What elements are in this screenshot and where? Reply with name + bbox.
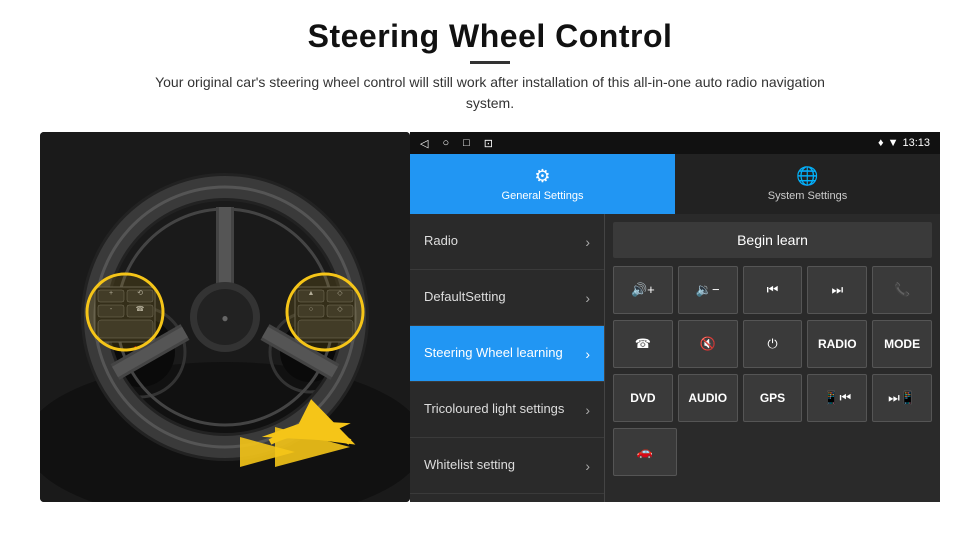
car-icon: 🚗 bbox=[637, 444, 653, 460]
chevron-icon-steering: › bbox=[585, 346, 590, 362]
location-icon: ♦ bbox=[878, 137, 884, 149]
dvd-button[interactable]: DVD bbox=[613, 374, 673, 422]
home-icon[interactable]: ○ bbox=[442, 137, 449, 149]
tab-general-label: General Settings bbox=[502, 190, 584, 202]
chevron-icon-default: › bbox=[585, 290, 590, 306]
controls-row-1: 🔊+ 🔉− ⏮ ⏭ 📞 bbox=[613, 266, 932, 314]
chevron-icon-tricoloured: › bbox=[585, 402, 590, 418]
mode-label: MODE bbox=[884, 337, 920, 351]
begin-learn-row: Begin learn bbox=[613, 222, 932, 258]
tab-bar: ⚙ General Settings 🌐 System Settings bbox=[410, 154, 940, 214]
title-divider bbox=[470, 61, 510, 64]
next-track-icon: ⏭ bbox=[831, 282, 843, 298]
radio-button[interactable]: RADIO bbox=[807, 320, 867, 368]
menu-item-steering[interactable]: Steering Wheel learning › bbox=[410, 326, 604, 382]
controls-row-2: ☎ 🔇 ⏻ RADIO MODE bbox=[613, 320, 932, 368]
status-bar: ◁ ○ □ ⊡ ♦ ▼ 13:13 bbox=[410, 132, 940, 154]
tablet-ui: ◁ ○ □ ⊡ ♦ ▼ 13:13 ⚙ General Settings bbox=[410, 132, 940, 502]
phone-next-button[interactable]: ⏭📱 bbox=[872, 374, 932, 422]
gps-button[interactable]: GPS bbox=[743, 374, 803, 422]
content-area: 120 140 bbox=[40, 132, 940, 502]
mute-button[interactable]: 🔇 bbox=[678, 320, 738, 368]
status-bar-info: ♦ ▼ 13:13 bbox=[878, 137, 930, 149]
power-button[interactable]: ⏻ bbox=[743, 320, 803, 368]
time-display: 13:13 bbox=[902, 137, 930, 149]
menu-icon[interactable]: ⊡ bbox=[484, 137, 493, 150]
menu-item-default-label: DefaultSetting bbox=[424, 289, 585, 306]
menu-item-radio-label: Radio bbox=[424, 233, 585, 250]
vol-down-button[interactable]: 🔉− bbox=[678, 266, 738, 314]
menu-item-whitelist[interactable]: Whitelist setting › bbox=[410, 438, 604, 494]
right-panel: Begin learn 🔊+ 🔉− ⏮ bbox=[605, 214, 940, 502]
vol-down-icon: 🔉− bbox=[696, 282, 720, 298]
menu-item-default[interactable]: DefaultSetting › bbox=[410, 270, 604, 326]
next-track-button[interactable]: ⏭ bbox=[807, 266, 867, 314]
radio-label: RADIO bbox=[818, 337, 857, 351]
phone-prev-button[interactable]: 📱⏮ bbox=[807, 374, 867, 422]
audio-label: AUDIO bbox=[688, 391, 727, 405]
hangup-icon: ☎ bbox=[635, 336, 651, 352]
hangup-button[interactable]: ☎ bbox=[613, 320, 673, 368]
menu-item-tricoloured-label: Tricoloured light settings bbox=[424, 401, 585, 418]
phone-answer-icon: 📞 bbox=[894, 282, 910, 298]
tab-system-label: System Settings bbox=[768, 190, 847, 202]
audio-button[interactable]: AUDIO bbox=[678, 374, 738, 422]
gps-label: GPS bbox=[760, 391, 785, 405]
menu-item-steering-label: Steering Wheel learning bbox=[424, 345, 585, 362]
menu-list: Radio › DefaultSetting › Steering Wheel … bbox=[410, 214, 605, 502]
system-settings-icon: 🌐 bbox=[796, 166, 818, 187]
dvd-label: DVD bbox=[630, 391, 655, 405]
page-title: Steering Wheel Control bbox=[140, 18, 840, 55]
phone-next-icon: ⏭📱 bbox=[888, 390, 916, 406]
phone-answer-button[interactable]: 📞 bbox=[872, 266, 932, 314]
back-icon[interactable]: ◁ bbox=[420, 137, 428, 150]
main-split: Radio › DefaultSetting › Steering Wheel … bbox=[410, 214, 940, 502]
chevron-icon-whitelist: › bbox=[585, 458, 590, 474]
page-container: Steering Wheel Control Your original car… bbox=[0, 0, 980, 545]
recents-icon[interactable]: □ bbox=[463, 137, 470, 149]
title-section: Steering Wheel Control Your original car… bbox=[140, 18, 840, 126]
mute-icon: 🔇 bbox=[700, 336, 716, 352]
subtitle: Your original car's steering wheel contr… bbox=[140, 72, 840, 114]
svg-text:●: ● bbox=[221, 311, 228, 325]
controls-row-4: 🚗 bbox=[613, 428, 932, 476]
vol-up-button[interactable]: 🔊+ bbox=[613, 266, 673, 314]
begin-learn-button[interactable]: Begin learn bbox=[613, 222, 932, 258]
prev-track-icon: ⏮ bbox=[767, 282, 779, 298]
tab-general[interactable]: ⚙ General Settings bbox=[410, 154, 675, 214]
controls-row-3: DVD AUDIO GPS 📱⏮ ⏭📱 bbox=[613, 374, 932, 422]
steering-wheel-image: 120 140 bbox=[40, 132, 410, 502]
tab-system[interactable]: 🌐 System Settings bbox=[675, 154, 940, 214]
wifi-icon: ▼ bbox=[888, 137, 899, 149]
menu-item-whitelist-label: Whitelist setting bbox=[424, 457, 585, 474]
car-icon-button[interactable]: 🚗 bbox=[613, 428, 677, 476]
vol-up-icon: 🔊+ bbox=[631, 282, 655, 298]
menu-item-radio[interactable]: Radio › bbox=[410, 214, 604, 270]
power-icon: ⏻ bbox=[767, 336, 777, 352]
mode-button[interactable]: MODE bbox=[872, 320, 932, 368]
chevron-icon-radio: › bbox=[585, 234, 590, 250]
general-settings-icon: ⚙ bbox=[534, 166, 550, 187]
status-bar-nav: ◁ ○ □ ⊡ bbox=[420, 137, 493, 150]
menu-item-tricoloured[interactable]: Tricoloured light settings › bbox=[410, 382, 604, 438]
prev-track-button[interactable]: ⏮ bbox=[743, 266, 803, 314]
phone-prev-icon: 📱⏮ bbox=[823, 390, 851, 406]
